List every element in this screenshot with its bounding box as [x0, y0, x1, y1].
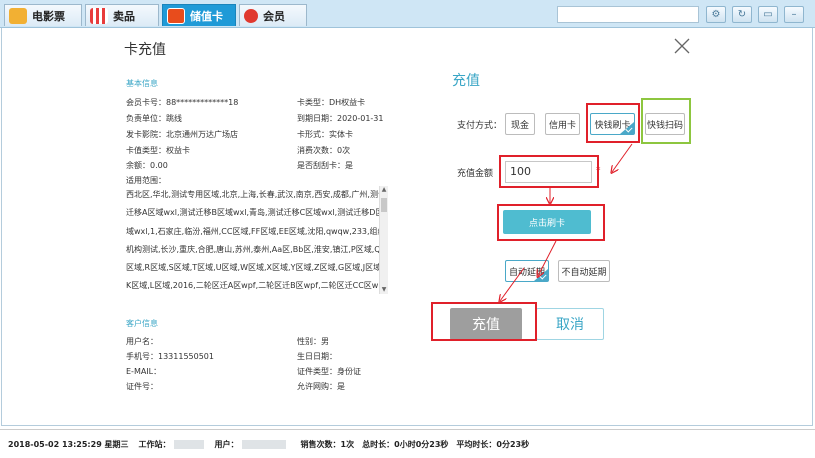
tab-label: 电影票 [32, 9, 65, 23]
pay-credit-card-button[interactable]: 信用卡 [545, 113, 580, 135]
scroll-up-icon[interactable]: ▲ [381, 187, 387, 193]
scope-scrollbar[interactable]: ▲ ▼ [379, 186, 388, 294]
tab-member[interactable]: 会员 [239, 4, 307, 26]
tab-stored-value-card[interactable]: 储值卡 [162, 4, 236, 26]
scratch-card: 是否刮刮卡：是 [297, 161, 353, 170]
no-auto-extend-button[interactable]: 不自动延期 [558, 260, 610, 282]
status-avg-time: 平均时长：0分23秒 [456, 439, 530, 449]
scroll-thumb[interactable] [381, 198, 387, 212]
tab-movie-ticket[interactable]: 电影票 [4, 4, 82, 26]
status-user: 用户： [214, 439, 239, 449]
refresh-icon[interactable]: ↻ [732, 6, 752, 23]
customer-id-type: 证件类型：身份证 [297, 367, 361, 376]
card-type: 卡类型：DH权益卡 [297, 98, 366, 107]
customer-username: 用户名： [126, 337, 158, 346]
highlight-box-submit [431, 302, 537, 341]
scroll-down-icon[interactable]: ▼ [381, 287, 387, 293]
customer-email: E-MAIL： [126, 367, 162, 376]
pay-cash-label: 现金 [510, 120, 529, 131]
payment-method-label: 支付方式： [457, 121, 503, 131]
amount-label: 充值金额 [457, 169, 494, 179]
status-sales-count: 销售次数：1次 [300, 439, 355, 449]
close-icon[interactable] [672, 36, 692, 56]
customer-birthday: 生日日期： [297, 352, 337, 361]
recharge-title: 充值 [452, 73, 480, 89]
highlight-box-swipe-button [497, 204, 605, 241]
customer-info-title: 客户信息 [126, 319, 158, 328]
status-workstation: 工作站： [138, 439, 171, 449]
tab-label: 会员 [263, 9, 285, 23]
responsible-unit: 负责单位：跳线 [126, 114, 182, 123]
modal-title: 卡充值 [124, 42, 166, 58]
highlight-box-scan [641, 98, 691, 144]
status-datetime: 2018-05-02 13:25:29 星期三 [8, 439, 129, 449]
status-total-time: 总时长：0小时0分23秒 [362, 439, 449, 449]
issuing-cinema: 发卡影院：北京通州万达广场店 [126, 130, 238, 139]
main-frame [1, 28, 813, 426]
scope-label: 适用范围： [126, 176, 166, 185]
top-nav-bar: 电影票 卖品 储值卡 会员 ⚙ ↻ ▭ – [0, 0, 815, 28]
status-bar: 2018-05-02 13:25:29 星期三 工作站： 用户： 销售次数：1次… [0, 429, 815, 458]
highlight-box-swipe [586, 103, 640, 143]
settings-icon[interactable]: ⚙ [706, 6, 726, 23]
vip-card-icon [167, 7, 185, 24]
card-form: 卡形式：实体卡 [297, 130, 353, 139]
tab-label: 卖品 [113, 9, 135, 23]
masked-value [241, 439, 286, 449]
scope-text: 西北区,华北,测试专用区域,北京,上海,长春,武汉,南京,西安,成都,广州,测试… [126, 190, 386, 291]
heart-icon [244, 8, 258, 23]
search-input[interactable] [557, 6, 699, 23]
tab-concession[interactable]: 卖品 [85, 4, 159, 26]
customer-id-number: 证件号： [126, 382, 158, 391]
masked-value [173, 439, 204, 449]
expire-date: 到期日期：2020-01-31 [297, 114, 384, 123]
balance: 余额：0.00 [126, 161, 168, 170]
minimize-icon[interactable]: – [784, 6, 804, 23]
popcorn-icon [90, 7, 108, 24]
pay-cash-button[interactable]: 现金 [505, 113, 535, 135]
auto-extend-button[interactable]: 自动延期 [505, 260, 549, 282]
tab-label: 储值卡 [190, 9, 223, 23]
customer-allow-online: 允许网购：是 [297, 382, 345, 391]
basic-info-title: 基本信息 [126, 79, 158, 88]
window-icon[interactable]: ▭ [758, 6, 778, 23]
consume-count: 消费次数：0次 [297, 146, 351, 155]
highlight-box-amount [499, 155, 599, 188]
cancel-button[interactable]: 取消 [536, 308, 604, 340]
auto-extend-label: 自动延期 [508, 267, 545, 278]
pay-credit-label: 信用卡 [548, 120, 576, 131]
customer-gender: 性别：男 [297, 337, 329, 346]
value-type: 卡值类型：权益卡 [126, 146, 190, 155]
customer-phone: 手机号：13311550501 [126, 352, 214, 361]
no-auto-extend-label: 不自动延期 [561, 267, 607, 278]
ticket-icon [9, 7, 27, 24]
card-number: 会员卡号：88*************18 [126, 98, 239, 107]
